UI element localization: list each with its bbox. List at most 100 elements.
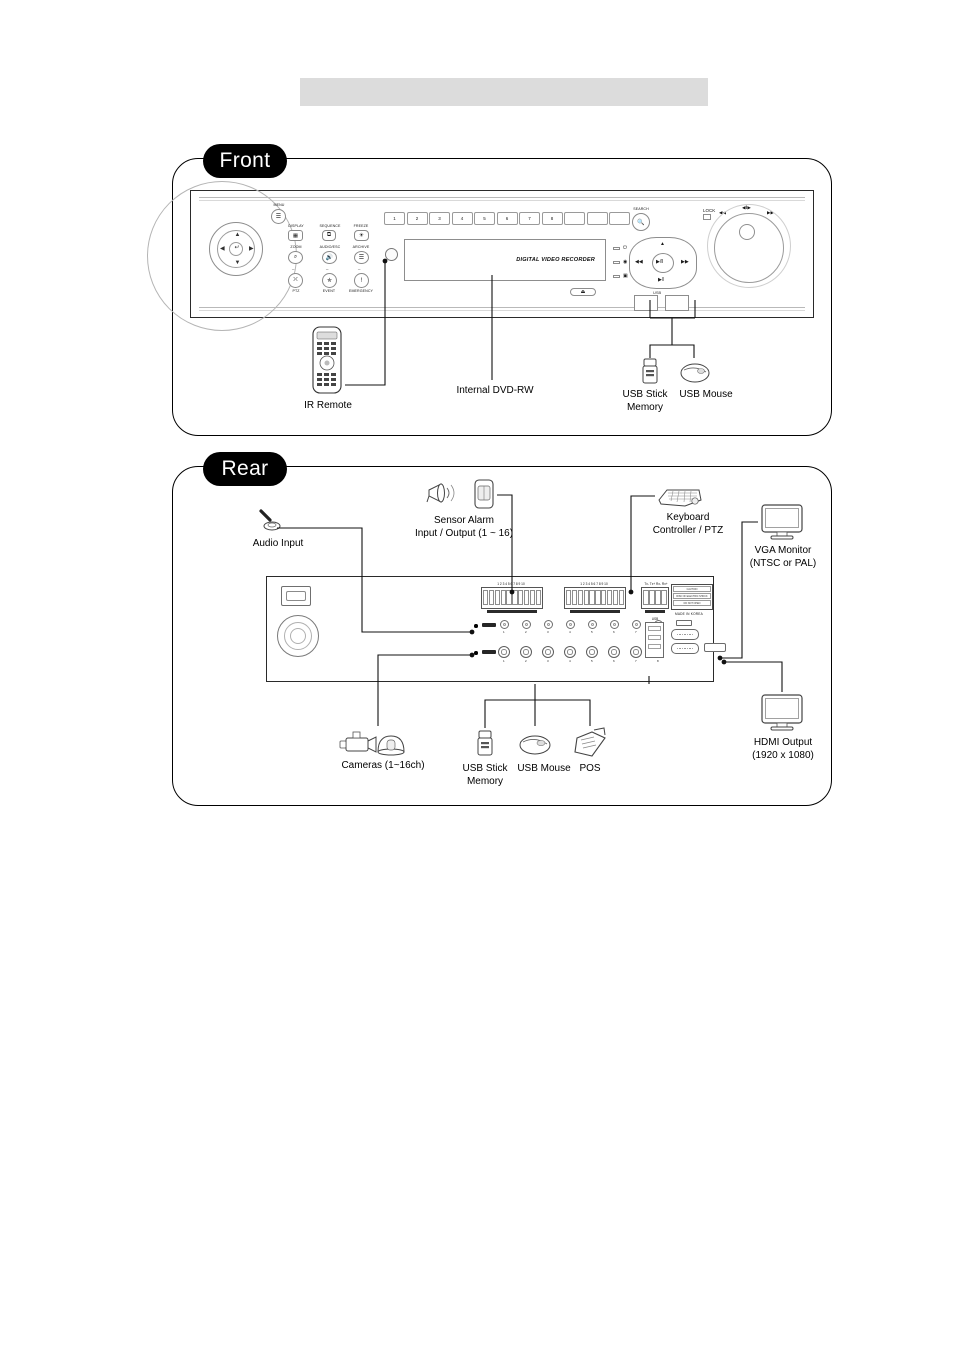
siren-icon xyxy=(426,483,455,503)
video-port-1[interactable] xyxy=(498,646,510,658)
rs485-terminal[interactable] xyxy=(641,587,669,609)
hdmi-port[interactable] xyxy=(704,643,726,652)
power-icon: ⏻ xyxy=(623,245,627,251)
audio-esc-button[interactable]: 🔊 xyxy=(322,251,337,264)
caution-line-2: RISK OF ELECTRIC SHOCK xyxy=(673,593,711,599)
ac-inlet-slot xyxy=(286,591,306,601)
usb-mouse-icon xyxy=(680,363,710,383)
alarm-output-pin-header: 1 2 3 4 5 6 7 8 9 10 xyxy=(580,582,608,586)
dpad-enter-icon: ↵ xyxy=(234,245,240,251)
channel-key-strip[interactable]: 12345678 xyxy=(384,212,630,225)
video-port-6[interactable] xyxy=(608,646,620,658)
front-top-rail xyxy=(199,197,805,201)
video-port-2[interactable] xyxy=(520,646,532,658)
rear-usb-port-1[interactable] xyxy=(648,626,661,631)
hdd-led-bar xyxy=(613,260,620,264)
channel-key-6[interactable]: 6 xyxy=(496,212,518,225)
channel-key-2[interactable]: 2 xyxy=(406,212,428,225)
menu-button[interactable]: ☰ xyxy=(271,209,286,224)
navigation-dpad[interactable]: ↵ ▲ ▼ ◀ ▶ xyxy=(209,222,263,276)
usb-mouse-callout-front: USB Mouse xyxy=(679,389,733,400)
channel-key-7[interactable]: 7 xyxy=(519,212,540,225)
video-port-label-8: 8 xyxy=(657,659,659,663)
playback-step-icon[interactable]: ▶‖ xyxy=(658,277,664,283)
channel-key-5[interactable]: 5 xyxy=(474,212,495,225)
rear-usb-caption: USB xyxy=(651,617,659,621)
dpad-right-icon[interactable]: ▶ xyxy=(249,246,254,252)
display-button[interactable]: ▦ xyxy=(288,230,303,241)
front-section-badge: Front xyxy=(203,144,287,178)
event-button[interactable]: ✯ xyxy=(322,273,337,288)
search-button[interactable]: 🔍 xyxy=(632,213,650,231)
alarm-output-caption-bar xyxy=(570,610,620,613)
audio-port-label-2: 2 xyxy=(525,630,527,634)
freeze-button[interactable]: ☀ xyxy=(354,230,369,241)
vga-port[interactable] xyxy=(671,629,699,640)
rear-usb-port-2[interactable] xyxy=(648,635,661,640)
forward-icon[interactable]: ▶▶ xyxy=(681,259,689,265)
channel-key-4[interactable]: 4 xyxy=(451,212,473,225)
lock-indicator xyxy=(703,214,711,220)
sequence-button[interactable]: ⧉ xyxy=(322,230,336,241)
alarm-input-pin-header: 1 2 3 4 5 6 7 8 9 10 xyxy=(497,582,525,586)
usb-stick-icon xyxy=(642,358,658,384)
front-usb-port-1[interactable] xyxy=(634,295,658,311)
audio-port-5[interactable] xyxy=(588,620,597,629)
serial-port[interactable] xyxy=(671,643,699,654)
audio-port-4[interactable] xyxy=(566,620,575,629)
alarm-output-terminal[interactable] xyxy=(564,587,626,609)
rear-usb-ports[interactable] xyxy=(645,622,664,658)
archive-button[interactable]: ☰ xyxy=(354,251,369,264)
cameras-icon xyxy=(339,731,405,756)
alarm-input-caption-bar xyxy=(487,610,537,613)
cameras-callout: Cameras (1~16ch) xyxy=(341,760,425,771)
audio-port-7[interactable] xyxy=(632,620,641,629)
emergency-button[interactable]: ! xyxy=(354,273,369,288)
video-port-5[interactable] xyxy=(586,646,598,658)
video-port-7[interactable] xyxy=(630,646,642,658)
rear-usb-port-3[interactable] xyxy=(648,644,661,649)
playback-up-icon[interactable]: ▲ xyxy=(660,241,665,247)
audio-port-3[interactable] xyxy=(544,620,553,629)
rs232-port[interactable] xyxy=(676,620,692,626)
usb-mouse-callout-rear: USB Mouse xyxy=(517,763,571,774)
hdmi-monitor-icon xyxy=(761,694,803,731)
channel-key-1[interactable]: 1 xyxy=(384,212,405,225)
zoom-button[interactable]: ⌕ xyxy=(288,251,303,264)
video-port-4[interactable] xyxy=(564,646,576,658)
freeze-button-caption: FREEZE xyxy=(353,224,369,228)
audio-port-1[interactable] xyxy=(500,620,509,629)
pos-callout: POS xyxy=(579,763,601,774)
audio-input-callout: Audio Input xyxy=(252,538,304,549)
made-in-label: MADE IN KOREA xyxy=(675,612,703,616)
channel-key-9[interactable] xyxy=(564,212,585,225)
video-port-3[interactable] xyxy=(542,646,554,658)
pir-sensor-icon xyxy=(474,479,494,509)
audio-port-6[interactable] xyxy=(610,620,619,629)
rs485-pin-header: Tx- Tx+ Rx- Rx+ xyxy=(644,582,668,586)
audio-port-label-1: 1 xyxy=(503,630,505,634)
audio-port-2[interactable] xyxy=(522,620,531,629)
alarm-input-terminal[interactable] xyxy=(481,587,543,609)
usb-mouse-icon-rear xyxy=(519,735,551,755)
ptz-button[interactable]: ⛌ xyxy=(288,273,303,288)
video-port-label-7: 7 xyxy=(635,659,637,663)
channel-key-8[interactable]: 8 xyxy=(541,212,563,225)
channel-key-11[interactable] xyxy=(609,212,630,225)
dpad-left-icon[interactable]: ◀ xyxy=(220,246,225,252)
dpad-down-icon[interactable]: ▼ xyxy=(235,260,241,266)
jog-dial-hub[interactable] xyxy=(739,224,755,240)
rewind-icon[interactable]: ◀◀ xyxy=(635,259,643,265)
playback-control-cluster[interactable]: ▶/‖ ◀◀ ▶▶ ▲ ▶‖ xyxy=(629,237,697,289)
front-usb-port-2[interactable] xyxy=(665,295,689,311)
video-port-label-5: 5 xyxy=(591,659,593,663)
channel-key-3[interactable]: 3 xyxy=(429,212,450,225)
hdd-led-indicator: ◉ xyxy=(613,259,627,265)
dvd-eject-button[interactable]: ⏏ xyxy=(570,288,596,296)
ptz-divider: ━ xyxy=(292,267,295,272)
vga-monitor-callout: VGA Monitor (NTSC or PAL) xyxy=(749,545,817,569)
dpad-up-icon[interactable]: ▲ xyxy=(235,232,241,238)
channel-key-10[interactable] xyxy=(586,212,608,225)
video-port-label-6: 6 xyxy=(613,659,615,663)
usb-stick-icon-rear xyxy=(477,730,493,756)
